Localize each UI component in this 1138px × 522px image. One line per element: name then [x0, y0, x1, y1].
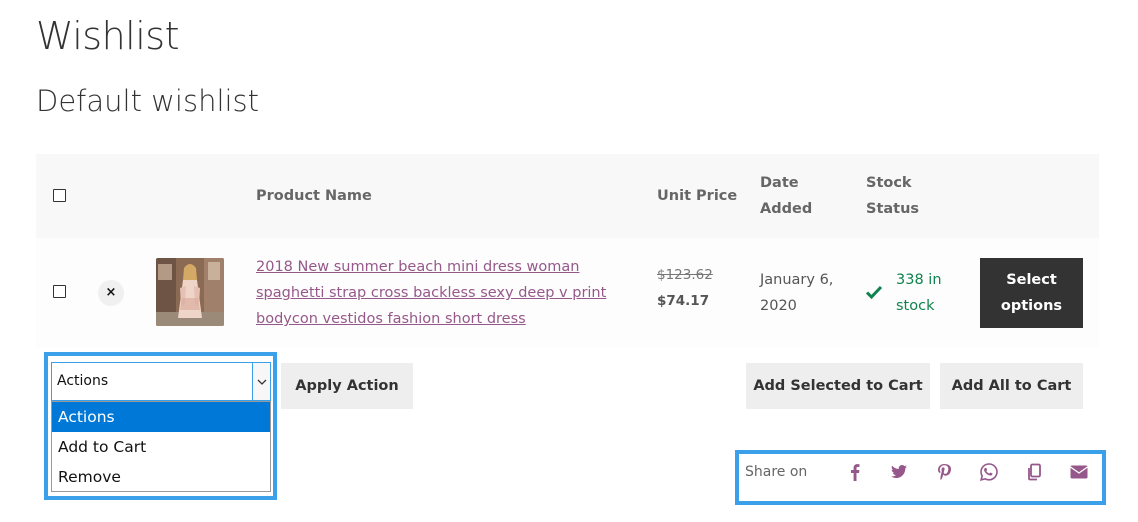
- remove-item-button[interactable]: ×: [98, 280, 124, 306]
- share-label: Share on: [745, 464, 808, 480]
- facebook-icon[interactable]: [845, 462, 865, 482]
- header-date-added: Date Added: [760, 175, 813, 217]
- chevron-down-icon[interactable]: [252, 363, 270, 400]
- page-title: Wishlist: [36, 14, 180, 58]
- bulk-actions-dropdown: Actions Add to Cart Remove: [51, 401, 271, 492]
- row-checkbox[interactable]: [53, 285, 66, 298]
- apply-action-button[interactable]: Apply Action: [281, 363, 413, 409]
- copy-link-icon[interactable]: [1024, 462, 1044, 482]
- wishlist-title: Default wishlist: [36, 84, 260, 118]
- select-options-button[interactable]: Select options: [980, 258, 1083, 328]
- header-unit-price: Unit Price: [657, 188, 738, 204]
- whatsapp-icon[interactable]: [979, 462, 999, 482]
- pinterest-icon[interactable]: [934, 462, 954, 482]
- header-stock-status: Stock Status: [866, 175, 920, 217]
- header-product-name: Product Name: [256, 188, 372, 204]
- select-all-checkbox[interactable]: [53, 189, 66, 202]
- table-row: × 2018 New summer beach mini dress woman…: [36, 238, 1099, 348]
- product-image: [156, 258, 224, 326]
- stock-status: 338 in stock: [896, 272, 942, 314]
- sale-price: $74.17: [657, 293, 710, 309]
- bulk-actions-select[interactable]: Actions: [51, 362, 271, 401]
- dropdown-option-remove[interactable]: Remove: [52, 462, 270, 492]
- checkmark-icon: [865, 284, 883, 300]
- email-icon[interactable]: [1069, 462, 1089, 482]
- table-header: Product Name Unit Price Date Added Stock…: [36, 154, 1099, 238]
- add-all-to-cart-button[interactable]: Add All to Cart: [940, 363, 1083, 409]
- dropdown-option-actions[interactable]: Actions: [52, 402, 270, 432]
- date-added: January 6, 2020: [760, 272, 834, 314]
- twitter-icon[interactable]: [889, 462, 909, 482]
- product-thumbnail[interactable]: [156, 258, 224, 326]
- product-name-link[interactable]: 2018 New summer beach mini dress woman s…: [256, 254, 636, 332]
- dropdown-option-add-to-cart[interactable]: Add to Cart: [52, 432, 270, 462]
- bulk-actions-value: Actions: [57, 373, 109, 389]
- add-selected-to-cart-button[interactable]: Add Selected to Cart: [746, 363, 930, 409]
- wishlist-table: Product Name Unit Price Date Added Stock…: [36, 154, 1099, 348]
- original-price: $123.62: [657, 267, 713, 283]
